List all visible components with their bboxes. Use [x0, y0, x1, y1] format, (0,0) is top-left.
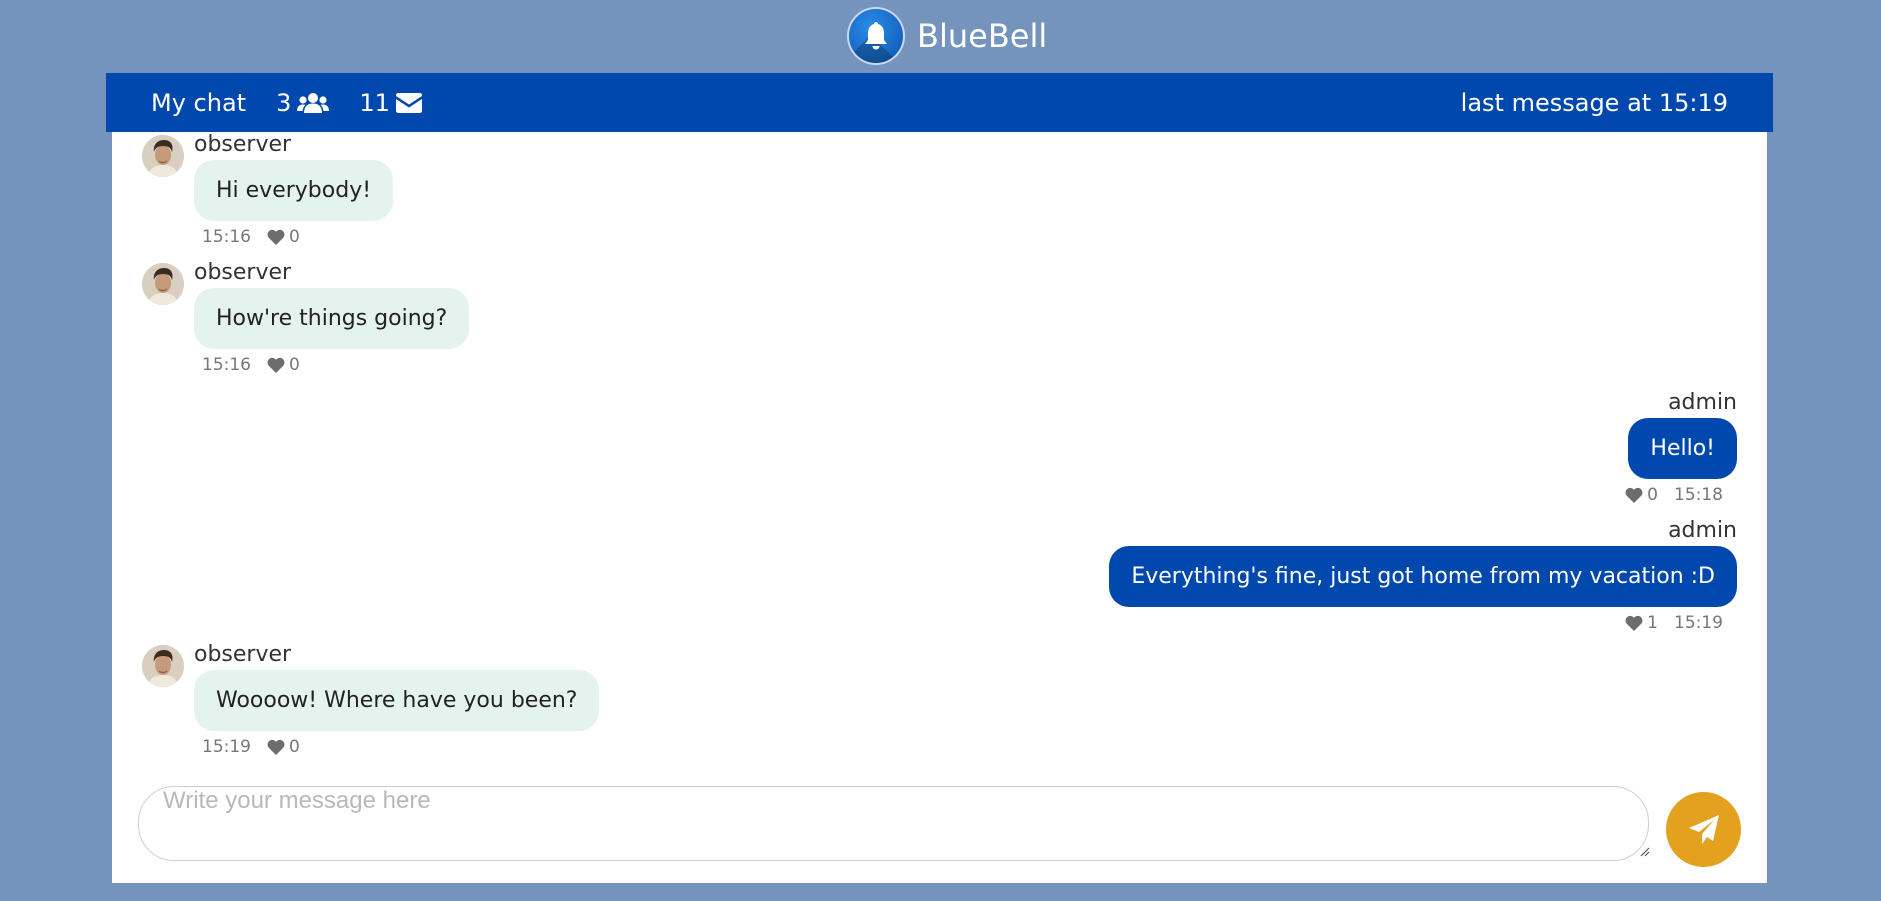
message-bubble: Hi everybody! — [194, 160, 394, 221]
chat-title: My chat — [151, 88, 247, 117]
message-author: admin — [1668, 518, 1737, 543]
last-message-time: last message at 15:19 — [1460, 88, 1728, 117]
message-time: 15:18 — [1674, 485, 1723, 505]
message-bubble: Woooow! Where have you been? — [194, 670, 600, 731]
message-input[interactable] — [138, 786, 1649, 861]
message-bubble: How're things going? — [194, 288, 470, 349]
message-meta: 0 15:18 — [1625, 485, 1723, 505]
message-author: admin — [1668, 390, 1737, 415]
avatar — [142, 135, 184, 177]
send-button[interactable] — [1666, 792, 1741, 867]
like-count: 0 — [289, 355, 300, 375]
envelope-icon — [395, 92, 422, 113]
like-count: 1 — [1647, 613, 1658, 633]
message-bubble: Everything's fine, just got home from my… — [1109, 546, 1737, 607]
like-count: 0 — [289, 227, 300, 247]
users-icon — [297, 92, 330, 113]
chat-panel: observer Hi everybody! 15:16 0 observer … — [112, 132, 1767, 883]
message-meta: 15:16 0 — [202, 227, 300, 247]
heart-icon[interactable] — [1625, 615, 1643, 631]
message-time: 15:16 — [202, 227, 251, 247]
paper-plane-icon — [1688, 814, 1719, 844]
like-count: 0 — [289, 737, 300, 757]
messages-count: 11 — [359, 89, 422, 117]
users-count-value: 3 — [276, 88, 292, 117]
avatar — [142, 645, 184, 687]
message-time: 15:16 — [202, 355, 251, 375]
message-author: observer — [194, 260, 292, 285]
heart-icon[interactable] — [1625, 487, 1643, 503]
brand: BlueBell — [847, 7, 1047, 65]
resize-grip-icon[interactable] — [1638, 845, 1650, 857]
message-time: 15:19 — [1674, 613, 1723, 633]
chat-header: My chat 3 11 last message at 15:19 — [106, 73, 1773, 132]
messages-count-value: 11 — [359, 88, 390, 117]
message-meta: 15:19 0 — [202, 737, 300, 757]
message-bubble: Hello! — [1628, 418, 1737, 479]
avatar — [142, 263, 184, 305]
message-author: observer — [194, 132, 292, 157]
message-author: observer — [194, 642, 292, 667]
app-name: BlueBell — [917, 17, 1048, 55]
users-count: 3 — [276, 88, 330, 117]
message-meta: 15:16 0 — [202, 355, 300, 375]
like-count: 0 — [1647, 485, 1658, 505]
heart-icon[interactable] — [267, 357, 285, 373]
message-meta: 1 15:19 — [1625, 613, 1723, 633]
bell-icon — [847, 7, 905, 65]
heart-icon[interactable] — [267, 229, 285, 245]
message-time: 15:19 — [202, 737, 251, 757]
heart-icon[interactable] — [267, 739, 285, 755]
